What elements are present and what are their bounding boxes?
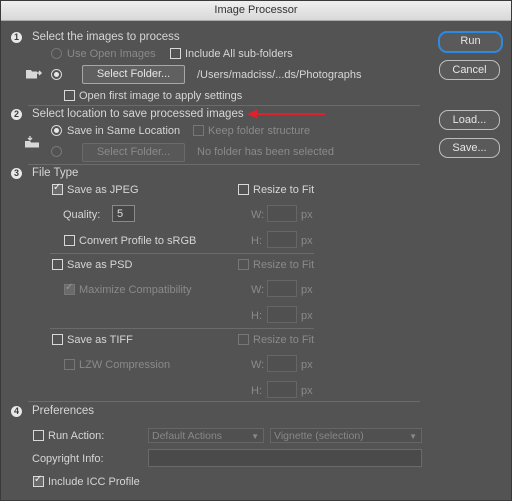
section-2-title: Select location to save processed images: [32, 108, 244, 120]
run-button[interactable]: Run: [438, 31, 503, 53]
include-icc-label: Include ICC Profile: [48, 476, 140, 488]
section-3-number: 3: [11, 168, 22, 179]
divider-psd: [50, 328, 314, 329]
folder-arrow-icon: [26, 70, 43, 79]
use-open-images-radio[interactable]: [51, 48, 62, 59]
psd-width-label: W:: [251, 284, 265, 296]
cancel-button[interactable]: Cancel: [439, 60, 500, 80]
save-as-tiff-checkbox[interactable]: [52, 334, 63, 345]
tiff-resize-checkbox[interactable]: [238, 334, 249, 345]
chevron-down-icon: ▼: [409, 432, 417, 441]
keep-folder-structure-label: Keep folder structure: [208, 125, 311, 137]
save-as-jpeg-checkbox[interactable]: [52, 182, 63, 195]
section-4-title: Preferences: [32, 405, 95, 417]
load-button[interactable]: Load...: [439, 110, 500, 130]
psd-height-unit: px: [301, 310, 313, 322]
save-as-psd-checkbox[interactable]: [52, 259, 63, 270]
psd-resize-checkbox[interactable]: [238, 259, 249, 270]
save-button[interactable]: Save...: [439, 138, 500, 158]
section-2-number: 2: [11, 109, 22, 120]
include-subfolders-label: Include All sub-folders: [185, 48, 293, 60]
jpeg-resize-label: Resize to Fit: [253, 184, 315, 196]
divider-jpeg: [50, 253, 314, 254]
save-same-location-radio[interactable]: [51, 125, 62, 136]
action-set-value: Default Actions: [152, 430, 223, 442]
chevron-down-icon: ▼: [251, 432, 259, 441]
source-folder-path: /Users/madciss/...ds/Photographs: [197, 69, 362, 81]
tiff-resize-label: Resize to Fit: [253, 334, 315, 346]
save-same-location-label: Save in Same Location: [67, 125, 181, 137]
open-first-image-checkbox[interactable]: [64, 90, 75, 101]
psd-height-input[interactable]: [267, 306, 297, 323]
lzw-compression-label: LZW Compression: [79, 359, 171, 371]
select-destination-radio[interactable]: [51, 146, 62, 157]
tiff-width-unit: px: [301, 359, 313, 371]
select-folder-button[interactable]: Select Folder...: [82, 65, 185, 84]
maximize-compatibility-checkbox[interactable]: [64, 282, 75, 295]
red-arrow-annotation: [247, 109, 325, 119]
open-first-image-label: Open first image to apply settings: [79, 90, 243, 102]
psd-height-label: H:: [251, 310, 262, 322]
action-value: Vignette (selection): [274, 430, 364, 442]
tiff-height-unit: px: [301, 385, 313, 397]
run-action-label: Run Action:: [48, 430, 105, 442]
include-subfolders-checkbox[interactable]: [170, 48, 181, 59]
divider-2: [28, 164, 420, 165]
window-title: Image Processor: [1, 1, 511, 21]
copyright-input[interactable]: [148, 449, 422, 467]
image-processor-dialog: Image Processor Run Cancel Load... Save.…: [0, 0, 512, 501]
jpeg-width-unit: px: [301, 209, 313, 221]
psd-width-input[interactable]: [267, 280, 297, 297]
include-icc-checkbox[interactable]: [33, 474, 44, 487]
action-set-select[interactable]: Default Actions ▼: [148, 428, 264, 443]
psd-resize-label: Resize to Fit: [253, 259, 315, 271]
quality-input[interactable]: 5: [112, 205, 135, 222]
tiff-width-input[interactable]: [267, 355, 297, 372]
divider-3: [28, 401, 420, 402]
jpeg-width-label: W:: [251, 209, 265, 221]
maximize-compatibility-label: Maximize Compatibility: [79, 284, 192, 296]
jpeg-height-input[interactable]: [267, 231, 297, 248]
save-as-tiff-label: Save as TIFF: [67, 334, 133, 346]
section-1-title: Select the images to process: [32, 31, 180, 43]
run-action-checkbox[interactable]: [33, 430, 44, 441]
keep-folder-structure-checkbox[interactable]: [193, 125, 204, 136]
select-folder-radio[interactable]: [51, 69, 62, 80]
jpeg-resize-checkbox[interactable]: [238, 184, 249, 195]
jpeg-width-input[interactable]: [267, 205, 297, 222]
no-folder-selected-text: No folder has been selected: [197, 146, 334, 158]
divider-1: [28, 105, 420, 106]
copyright-label: Copyright Info:: [32, 453, 104, 465]
section-1-number: 1: [11, 32, 22, 43]
save-as-psd-label: Save as PSD: [67, 259, 133, 271]
jpeg-height-unit: px: [301, 235, 313, 247]
select-destination-folder-button[interactable]: Select Folder...: [82, 143, 185, 162]
lzw-compression-checkbox[interactable]: [64, 359, 75, 370]
tiff-width-label: W:: [251, 359, 265, 371]
section-4-number: 4: [11, 406, 22, 417]
convert-profile-label: Convert Profile to sRGB: [79, 235, 197, 247]
tiff-height-input[interactable]: [267, 381, 297, 398]
action-select[interactable]: Vignette (selection) ▼: [270, 428, 422, 443]
section-3-title: File Type: [32, 167, 79, 179]
psd-width-unit: px: [301, 284, 313, 296]
convert-profile-checkbox[interactable]: [64, 235, 75, 246]
folder-save-icon: [25, 136, 39, 148]
tiff-height-label: H:: [251, 385, 262, 397]
save-as-jpeg-label: Save as JPEG: [67, 184, 139, 196]
quality-label: Quality:: [63, 209, 101, 221]
use-open-images-label: Use Open Images: [67, 48, 156, 60]
jpeg-height-label: H:: [251, 235, 262, 247]
